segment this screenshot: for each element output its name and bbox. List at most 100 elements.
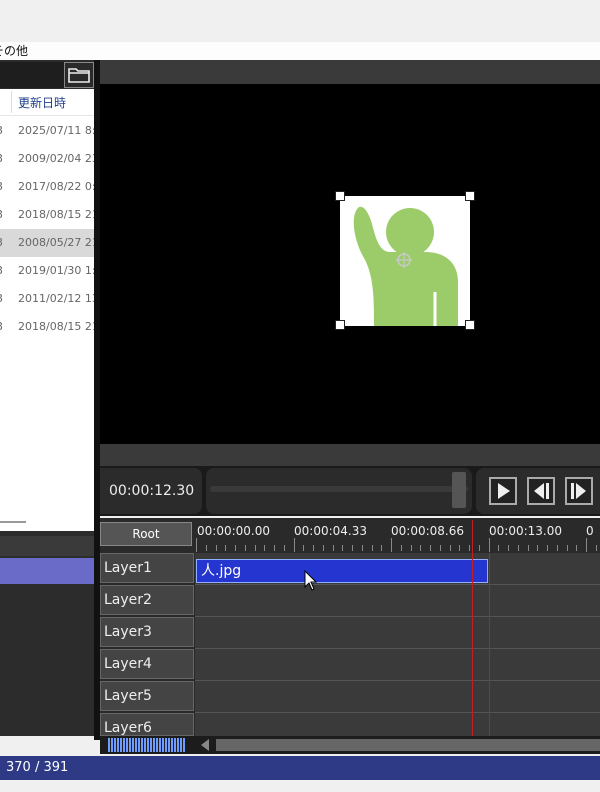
ruler-tick: [313, 545, 314, 551]
file-row[interactable]: 3 2009/02/04 23:: [0, 145, 94, 173]
layer-label-6[interactable]: Layer6: [100, 713, 194, 736]
ruler-label: 00:00:13.00: [489, 524, 562, 538]
file-row[interactable]: 3 2019/01/30 1:3: [0, 257, 94, 285]
file-row-modified-date: 2011/02/12 13:: [18, 292, 94, 305]
file-row-modified-date: 2018/08/15 21:: [18, 320, 94, 333]
preview-footer: [100, 444, 600, 466]
ruler-tick: [264, 545, 266, 551]
zoom-meter[interactable]: [108, 738, 186, 752]
file-row-modified-date: 2017/08/22 0:1: [18, 180, 94, 193]
ruler-tick: [371, 545, 373, 551]
file-row[interactable]: 3 2017/08/22 0:1: [0, 173, 94, 201]
layer-label-2[interactable]: Layer2: [100, 585, 194, 615]
ruler-tick: [254, 545, 256, 551]
file-row[interactable]: 3 2018/08/15 21:: [0, 201, 94, 229]
seek-track[interactable]: [210, 486, 468, 492]
step-forward-icon: [571, 483, 586, 499]
frame-counter: 370 / 391: [6, 760, 69, 775]
ruler-tick: [586, 538, 587, 552]
ruler-label: 00:00:04.33: [294, 524, 367, 538]
column-header-modified[interactable]: 更新日時: [18, 94, 66, 111]
file-row-size-fragment: 3: [0, 292, 3, 305]
file-row-size-fragment: 3: [0, 208, 3, 221]
file-row[interactable]: 3 2008/05/27 21:: [0, 229, 94, 257]
open-folder-button[interactable]: [64, 62, 94, 88]
resize-handle-bottom-right[interactable]: [465, 320, 475, 330]
layer-label-4[interactable]: Layer4: [100, 649, 194, 679]
file-list-scrollbar[interactable]: [0, 521, 26, 523]
layer-label-1[interactable]: Layer1: [100, 553, 194, 583]
lane-divider: [195, 648, 600, 649]
timeline-clip[interactable]: 人.jpg: [196, 559, 488, 583]
lane-divider: [195, 584, 600, 585]
timeline-horizontal-scrollbar[interactable]: [216, 739, 600, 751]
ruler-tick: [576, 545, 578, 551]
seek-thumb[interactable]: [452, 472, 466, 508]
file-row-size-fragment: 3: [0, 152, 3, 165]
ruler-tick: [556, 545, 558, 551]
ruler-tick: [215, 545, 217, 551]
menu-item-other[interactable]: その他: [0, 42, 28, 60]
playhead[interactable]: [472, 520, 473, 736]
ruler-tick: [459, 545, 461, 551]
lane-divider: [195, 712, 600, 713]
ruler-tick: [225, 545, 227, 551]
play-button[interactable]: [489, 477, 517, 505]
status-bar: 370 / 391: [0, 756, 600, 780]
menubar: その他: [0, 42, 600, 60]
ruler-tick: [566, 545, 568, 551]
ruler-tick: [478, 545, 480, 551]
file-row-modified-date: 2018/08/15 21:: [18, 208, 94, 221]
ruler-tick: [196, 538, 197, 552]
time-ruler[interactable]: 00:00:00.00 00:00:04.33 00:00:08.66 00:0…: [195, 518, 600, 552]
ruler-tick: [322, 545, 324, 551]
ruler-label: 0: [586, 524, 594, 538]
ruler-tick: [439, 545, 441, 551]
file-row-size-fragment: 3: [0, 320, 3, 333]
resize-handle-top-left[interactable]: [335, 191, 345, 201]
ruler-tick: [410, 545, 412, 551]
ruler-tick: [537, 545, 539, 551]
left-lower-header: [0, 536, 94, 556]
ruler-tick: [420, 545, 422, 551]
ruler-tick: [235, 545, 236, 551]
file-row-size-fragment: 3: [0, 180, 3, 193]
ruler-label: 00:00:00.00: [197, 524, 270, 538]
scroll-left-icon[interactable]: [201, 739, 209, 751]
layer-label-5[interactable]: Layer5: [100, 681, 194, 711]
left-lower-selected-row[interactable]: [0, 558, 94, 584]
play-icon: [498, 483, 510, 499]
resize-handle-bottom-left[interactable]: [335, 320, 345, 330]
person-raising-hand-image: [340, 196, 470, 326]
file-row-modified-date: 2008/05/27 21:: [18, 236, 94, 249]
layer-label-3[interactable]: Layer3: [100, 617, 194, 647]
root-button[interactable]: Root: [100, 522, 192, 546]
path-bar[interactable]: [0, 62, 64, 88]
resize-handle-top-right[interactable]: [465, 191, 475, 201]
ruler-tick: [517, 545, 519, 551]
preview-toolbar: [100, 60, 600, 84]
file-row-size-fragment: 3: [0, 124, 3, 137]
ruler-tick: [205, 545, 207, 551]
ruler-tick: [508, 545, 509, 551]
lane-divider: [195, 680, 600, 681]
step-back-button[interactable]: [527, 477, 555, 505]
file-row-modified-date: 2025/07/11 8:2: [18, 124, 94, 137]
ruler-tick: [283, 545, 285, 551]
ruler-tick: [595, 545, 597, 551]
ruler-tick: [498, 545, 500, 551]
ruler-label: 00:00:08.66: [391, 524, 464, 538]
ruler-tick: [469, 545, 470, 551]
file-list: 更新日時 3 2025/07/11 8:2 3 2009/02/04 23: 3 2017…: [0, 89, 94, 531]
file-row[interactable]: 3 2025/07/11 8:2: [0, 117, 94, 145]
ruler-tick: [391, 538, 392, 552]
ruler-tick: [342, 545, 344, 551]
ruler-tick: [352, 545, 353, 551]
ruler-tick: [527, 545, 529, 551]
preview-image-person[interactable]: [335, 191, 475, 330]
file-row[interactable]: 3 2018/08/15 21:: [0, 313, 94, 341]
ruler-tick: [244, 545, 246, 551]
current-timecode: 00:00:12.30: [100, 468, 202, 514]
step-forward-button[interactable]: [565, 477, 593, 505]
file-row[interactable]: 3 2011/02/12 13:: [0, 285, 94, 313]
